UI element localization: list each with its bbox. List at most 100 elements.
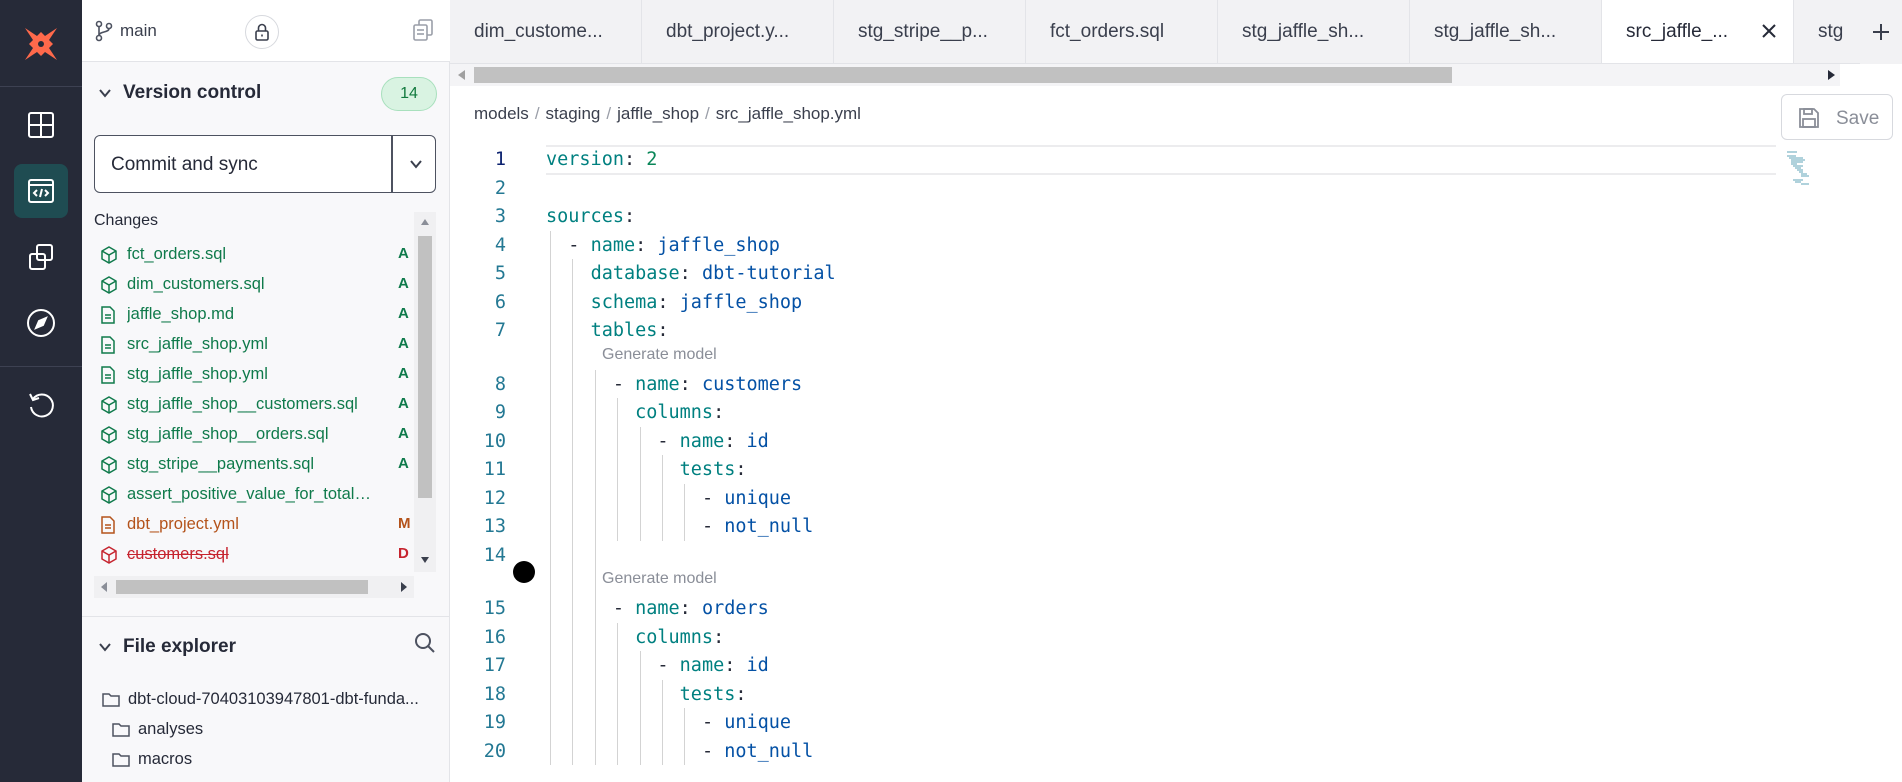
change-item[interactable]: stg_jaffle_shop.yml A — [94, 360, 414, 390]
change-status: A — [398, 365, 409, 382]
breakpoint-dot-icon[interactable] — [513, 561, 535, 583]
line-number: 1 — [494, 149, 506, 170]
tab[interactable]: stg_jaffle_sh... — [1218, 0, 1410, 63]
scrollbar-thumb[interactable] — [418, 236, 432, 498]
generate-model-link[interactable]: Generate model — [602, 570, 717, 588]
search-icon[interactable] — [414, 632, 436, 659]
line-number: 19 — [483, 712, 506, 733]
yaml-value: not_null — [724, 740, 814, 762]
file-icon — [101, 366, 115, 389]
tab-label: dim_custome... — [474, 21, 603, 42]
tab[interactable]: fct_orders.sql — [1026, 0, 1218, 63]
change-item[interactable]: assert_positive_value_for_total_a... — [94, 480, 414, 510]
scroll-left-arrow-icon[interactable] — [458, 70, 465, 80]
model-cube-icon — [101, 486, 117, 509]
code-line: 3 sources: — [450, 202, 1830, 230]
grid-icon[interactable] — [14, 98, 68, 152]
changes-vertical-scrollbar[interactable] — [414, 212, 436, 572]
change-item[interactable]: jaffle_shop.md A — [94, 300, 414, 330]
tab[interactable]: dbt_project.y... — [642, 0, 834, 63]
change-item[interactable]: dbt_project.yml M — [94, 510, 414, 540]
tree-item-root[interactable]: dbt-cloud-70403103947801-dbt-funda... — [102, 690, 419, 712]
code-line: 15 - name: orders — [450, 594, 1830, 622]
code-line: 17 - name: id — [450, 651, 1830, 679]
chevron-down-icon — [98, 86, 112, 105]
model-cube-icon — [101, 546, 117, 569]
line-number: 13 — [483, 516, 506, 537]
line-number: 18 — [483, 683, 506, 705]
change-status: A — [398, 395, 409, 412]
yaml-key: tables — [590, 320, 658, 341]
change-file-name: dim_customers.sql — [127, 275, 265, 293]
scroll-right-arrow-icon[interactable] — [1828, 70, 1835, 80]
code-editor[interactable]: 1 version: 2 2 3 sources: 4 - name: jaffle_sh… — [450, 145, 1902, 782]
yaml-value: unique — [724, 487, 792, 509]
change-status: A — [398, 455, 409, 472]
copy-icon[interactable] — [412, 18, 434, 47]
compass-icon[interactable] — [14, 296, 68, 350]
change-file-name: stg_jaffle_shop__orders.sql — [127, 425, 329, 443]
yaml-key: tests — [679, 459, 736, 480]
tab[interactable]: stg_jaffle_sh... — [1410, 0, 1602, 63]
tree-item-analyses[interactable]: analyses — [112, 720, 203, 742]
code-editor-icon[interactable] — [14, 164, 68, 218]
undo-icon[interactable] — [14, 378, 68, 432]
breadcrumb-item[interactable]: staging — [546, 104, 601, 123]
line-number: 11 — [483, 459, 506, 480]
chevron-down-icon[interactable] — [408, 156, 424, 177]
scrollbar-thumb[interactable] — [116, 580, 368, 594]
code-line: 8 - name: customers — [450, 370, 1830, 398]
breadcrumb-item[interactable]: jaffle_shop — [617, 104, 699, 123]
generate-model-link[interactable]: Generate model — [602, 346, 717, 364]
breadcrumb-item[interactable]: src_jaffle_shop.yml — [716, 104, 861, 123]
tab[interactable]: dim_custome... — [450, 0, 642, 63]
change-item[interactable]: stg_stripe__payments.sql A — [94, 450, 414, 480]
change-item[interactable]: dim_customers.sql A — [94, 270, 414, 300]
tab-label: fct_orders.sql — [1050, 21, 1165, 42]
branch-bar: main — [82, 0, 450, 62]
yaml-key: name — [590, 234, 636, 256]
code-line: 1 version: 2 — [450, 145, 1830, 173]
save-label: Save — [1836, 108, 1880, 129]
yaml-value: unique — [724, 712, 792, 733]
change-status: D — [398, 545, 409, 562]
tab[interactable]: stg_stripe__p... — [834, 0, 1026, 63]
copy-objects-icon[interactable] — [14, 230, 68, 284]
lock-icon[interactable] — [245, 15, 279, 49]
change-status: A — [398, 305, 409, 322]
file-explorer-header[interactable]: File explorer — [82, 624, 450, 670]
branch-name[interactable]: main — [120, 21, 157, 41]
code-line: 2 — [450, 174, 1830, 202]
line-number: 12 — [483, 487, 506, 509]
line-number: 6 — [494, 291, 506, 313]
dbt-logo-icon[interactable] — [17, 20, 65, 68]
left-rail — [0, 0, 82, 782]
change-item[interactable]: stg_jaffle_shop__orders.sql A — [94, 420, 414, 450]
change-item[interactable]: stg_jaffle_shop__customers.sql A — [94, 390, 414, 420]
line-number: 14 — [483, 544, 506, 566]
commit-and-sync-button[interactable]: Commit and sync — [94, 135, 436, 193]
yaml-key: name — [635, 373, 680, 395]
code-text: - unique — [701, 712, 792, 733]
minimap[interactable] — [1787, 150, 1813, 186]
save-button[interactable]: Save — [1781, 94, 1893, 140]
scrollbar-thumb[interactable] — [474, 67, 1452, 83]
folder-icon — [112, 721, 130, 742]
add-tab-button[interactable] — [1860, 0, 1902, 64]
changes-horizontal-scrollbar[interactable] — [94, 576, 414, 598]
code-text: tables: — [590, 320, 669, 341]
tabs-horizontal-scrollbar[interactable] — [450, 64, 1840, 86]
line-number: 4 — [494, 234, 506, 256]
close-icon[interactable] — [1760, 22, 1778, 45]
yaml-value: not_null — [724, 516, 814, 537]
tab[interactable]: src_jaffle_... — [1602, 0, 1794, 63]
code-line: 12 - unique — [450, 484, 1830, 512]
change-item[interactable]: fct_orders.sql A — [94, 240, 414, 270]
breadcrumb-item[interactable]: models — [474, 104, 529, 123]
change-item[interactable]: src_jaffle_shop.yml A — [94, 330, 414, 360]
tree-item-macros[interactable]: macros — [112, 750, 192, 772]
rail-divider — [0, 86, 82, 87]
change-item[interactable]: customers.sql D — [94, 540, 414, 570]
indent-guide — [617, 622, 619, 765]
code-text: - not_null — [701, 740, 814, 762]
